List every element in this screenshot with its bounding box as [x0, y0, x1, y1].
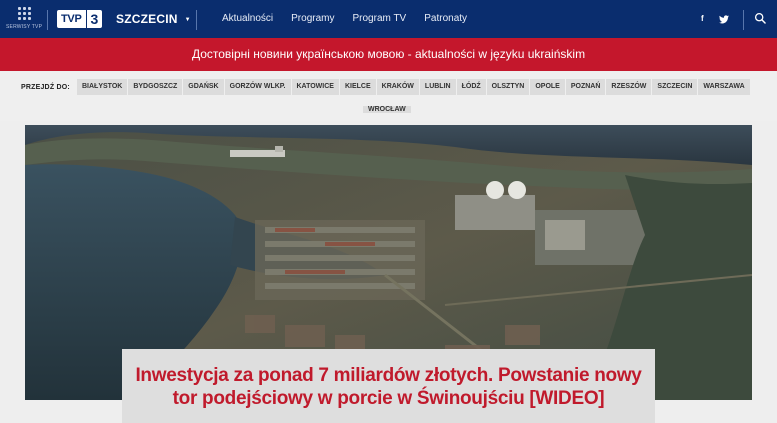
- nav-item-patronaty[interactable]: Patronaty: [424, 13, 467, 24]
- nav-item-aktualnosci[interactable]: Aktualności: [222, 13, 273, 24]
- twitter-icon[interactable]: [719, 15, 729, 24]
- region-name: SZCZECIN: [116, 12, 178, 26]
- divider: [47, 10, 48, 30]
- city-links-row: BIAŁYSTOK BYDGOSZCZ GDAŃSK GORZÓW WLKP. KATO…: [77, 79, 757, 96]
- logo-number: 3: [86, 10, 103, 28]
- city-link[interactable]: KIELCE: [339, 79, 376, 95]
- divider: [196, 10, 197, 30]
- city-link[interactable]: KATOWICE: [291, 79, 339, 95]
- main-nav: Aktualności Programy Program TV Patronat…: [222, 13, 467, 24]
- city-link[interactable]: GDAŃSK: [183, 79, 224, 95]
- divider: [743, 10, 744, 30]
- city-link[interactable]: ŁÓDŹ: [456, 79, 486, 95]
- city-link[interactable]: GORZÓW WLKP.: [224, 79, 291, 95]
- city-link[interactable]: LUBLIN: [419, 79, 456, 95]
- facebook-icon[interactable]: f: [701, 14, 704, 23]
- caret-down-icon: ▼: [184, 17, 191, 23]
- city-link[interactable]: BYDGOSZCZ: [128, 79, 183, 95]
- city-link[interactable]: SZCZECIN: [652, 79, 698, 95]
- city-link[interactable]: WROCŁAW: [363, 106, 411, 113]
- services-label: SERWISY TVP: [6, 24, 43, 30]
- banner-text[interactable]: Достовірні новини українською мовою - ak…: [192, 47, 585, 61]
- city-link[interactable]: BIAŁYSTOK: [77, 79, 128, 95]
- services-menu-button[interactable]: SERWISY TVP: [6, 7, 42, 30]
- city-link[interactable]: POZNAŃ: [565, 79, 606, 95]
- nav-item-program-tv[interactable]: Program TV: [353, 13, 407, 24]
- top-navigation-bar: SERWISY TVP TVP 3 SZCZECIN ▼ Aktualności…: [0, 0, 777, 38]
- ukrainian-news-banner[interactable]: Достовірні новини українською мовою - ak…: [0, 38, 777, 71]
- grid-menu-icon: [17, 7, 31, 20]
- region-selector[interactable]: SZCZECIN ▼: [116, 12, 191, 26]
- city-link[interactable]: OPOLE: [530, 79, 565, 95]
- tvp3-logo[interactable]: TVP 3: [57, 10, 103, 28]
- city-links-row-2: WROCŁAW: [363, 98, 412, 118]
- city-link[interactable]: OLSZTYN: [486, 79, 530, 95]
- city-link[interactable]: KRAKÓW: [376, 79, 419, 95]
- article-headline[interactable]: Inwestycja za ponad 7 miliardów złotych.…: [130, 364, 647, 410]
- city-link[interactable]: RZESZÓW: [606, 79, 652, 95]
- go-to-label: PRZEJDŹ DO:: [21, 84, 70, 91]
- city-link[interactable]: WARSZAWA: [698, 79, 750, 95]
- logo-tvp-text: TVP: [57, 10, 86, 28]
- search-icon[interactable]: [754, 12, 767, 25]
- nav-item-programy[interactable]: Programy: [291, 13, 334, 24]
